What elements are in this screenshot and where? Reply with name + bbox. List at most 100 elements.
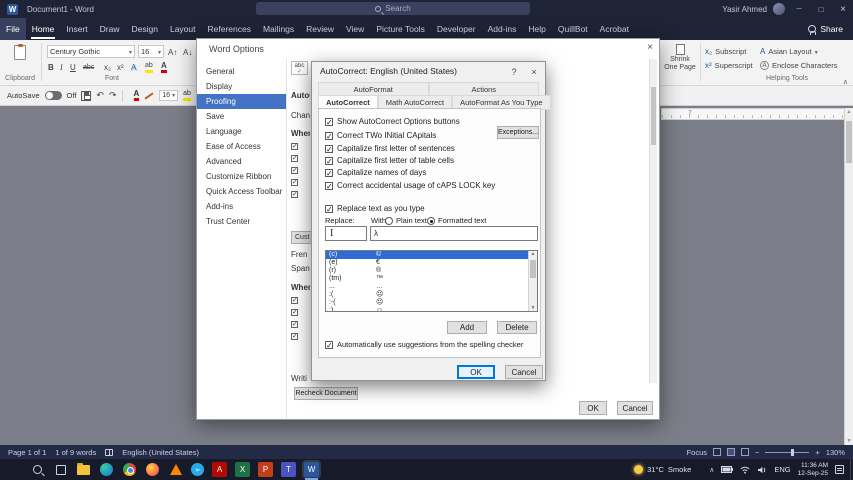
sidebar-item-add-ins[interactable]: Add-ins	[197, 199, 286, 214]
autosave-toggle[interactable]	[45, 91, 62, 100]
capitalize-names-of-days-checkbox[interactable]: Capitalize names of days	[325, 168, 426, 177]
scroll-down-icon[interactable]: ▼	[529, 305, 537, 311]
font-name-select[interactable]: Century Gothic	[47, 45, 135, 58]
italic-icon[interactable]	[60, 61, 63, 73]
input-language-indicator[interactable]: ENG	[774, 465, 790, 474]
capitalize-first-letter-table-cells-checkbox[interactable]: Capitalize first letter of table cells	[325, 156, 454, 165]
subscript-button[interactable]: Subscript	[705, 47, 746, 56]
underline-icon[interactable]	[70, 61, 76, 73]
wifi-icon[interactable]	[740, 466, 750, 474]
strikethrough-icon[interactable]	[83, 61, 94, 73]
tab-mailings[interactable]: Mailings	[257, 18, 300, 40]
option-checkbox[interactable]	[291, 333, 298, 340]
option-checkbox[interactable]	[291, 321, 298, 328]
tab-draw[interactable]: Draw	[94, 18, 126, 40]
text-highlight-icon[interactable]: ab	[145, 61, 153, 73]
option-checkbox[interactable]	[291, 179, 298, 186]
with-input[interactable]: λ	[370, 226, 538, 241]
zoom-level[interactable]: 130%	[826, 448, 845, 457]
file-explorer-icon[interactable]	[76, 462, 91, 477]
paste-button[interactable]	[8, 43, 32, 60]
scroll-down-icon[interactable]: ▼	[846, 438, 852, 444]
tab-view[interactable]: View	[340, 18, 370, 40]
list-item[interactable]: ...…	[326, 283, 537, 291]
option-checkbox[interactable]	[291, 309, 298, 316]
task-view-icon[interactable]	[53, 462, 68, 477]
qat-font-color-icon[interactable]: A	[134, 90, 140, 101]
action-center-icon[interactable]	[835, 465, 844, 474]
sidebar-item-customize-ribbon[interactable]: Customize Ribbon	[197, 169, 286, 184]
excel-icon[interactable]: X	[235, 462, 250, 477]
plain-text-radio[interactable]: Plain text	[385, 216, 427, 225]
teams-icon[interactable]: T	[281, 462, 296, 477]
print-layout-icon[interactable]	[727, 448, 735, 456]
tab-help[interactable]: Help	[522, 18, 551, 40]
correct-two-initial-capitals-checkbox[interactable]: Correct TWo INitial CApitals	[325, 131, 436, 140]
language-indicator[interactable]: English (United States)	[122, 448, 199, 457]
word-options-titlebar[interactable]: Word Options ×	[197, 39, 659, 59]
document-scrollbar[interactable]: ▲ ▼	[844, 108, 853, 445]
bold-icon[interactable]	[48, 61, 54, 73]
list-item[interactable]: (tm)™	[326, 275, 537, 283]
show-autocorrect-options-checkbox[interactable]: Show AutoCorrect Options buttons	[325, 117, 460, 126]
firefox-icon[interactable]	[145, 462, 160, 477]
word-options-ok-button[interactable]: OK	[579, 401, 607, 415]
chrome-icon[interactable]	[122, 462, 137, 477]
sidebar-item-advanced[interactable]: Advanced	[197, 154, 286, 169]
sidebar-item-quick-access-toolbar[interactable]: Quick Access Toolbar	[197, 184, 286, 199]
list-item[interactable]: (e)€	[326, 259, 537, 267]
vlc-icon[interactable]	[168, 462, 183, 477]
sidebar-item-language[interactable]: Language	[197, 124, 286, 139]
user-avatar[interactable]	[773, 3, 785, 15]
read-mode-icon[interactable]	[713, 448, 721, 456]
tab-add-ins[interactable]: Add-ins	[482, 18, 523, 40]
capitalize-first-letter-sentences-checkbox[interactable]: Capitalize first letter of sentences	[325, 144, 455, 153]
grow-font-icon[interactable]: A↑	[168, 46, 177, 58]
sidebar-item-trust-center[interactable]: Trust Center	[197, 214, 286, 229]
powerpoint-icon[interactable]: P	[258, 462, 273, 477]
list-item[interactable]: :)☺	[326, 307, 537, 312]
zoom-in-icon[interactable]	[815, 448, 819, 457]
font-size-select[interactable]: 16	[138, 45, 164, 58]
save-icon[interactable]	[81, 91, 91, 101]
replace-text-as-you-type-checkbox[interactable]: Replace text as you type	[325, 204, 425, 213]
shrink-font-icon[interactable]: A↓	[183, 46, 192, 58]
zoom-slider[interactable]	[765, 452, 809, 453]
superscript-button[interactable]: Superscript	[705, 61, 753, 70]
font-color-icon[interactable]: A	[161, 61, 167, 73]
close-button[interactable]	[835, 0, 851, 18]
taskbar-search-icon[interactable]	[30, 462, 45, 477]
autocorrect-cancel-button[interactable]: Cancel	[505, 365, 543, 379]
spelling-suggestions-checkbox[interactable]: Automatically use suggestions from the s…	[325, 340, 523, 349]
word-options-close-icon[interactable]: ×	[647, 42, 653, 53]
tab-review[interactable]: Review	[300, 18, 340, 40]
option-checkbox[interactable]	[291, 191, 298, 198]
option-checkbox[interactable]	[291, 143, 298, 150]
scroll-up-icon[interactable]: ▲	[529, 251, 537, 257]
tab-file[interactable]: File	[0, 18, 26, 40]
page-indicator[interactable]: Page 1 of 1	[8, 448, 46, 457]
qat-highlighter-icon[interactable]: ab	[183, 90, 191, 101]
enclose-characters-button[interactable]: A Enclose Characters	[760, 61, 837, 70]
web-layout-icon[interactable]	[741, 448, 749, 456]
telegram-icon[interactable]: ➢	[191, 463, 204, 476]
focus-button[interactable]: Focus	[687, 448, 707, 457]
sidebar-item-proofing[interactable]: Proofing	[197, 94, 286, 109]
delete-button[interactable]: Delete	[497, 321, 537, 334]
scroll-up-icon[interactable]: ▲	[846, 109, 852, 115]
list-scrollbar[interactable]: ▲ ▼	[528, 251, 537, 311]
redo-icon[interactable]	[109, 90, 117, 101]
shrink-one-page-button[interactable]: Shrink One Page	[662, 44, 698, 72]
word-count[interactable]: 1 of 9 words	[55, 448, 96, 457]
tab-design[interactable]: Design	[126, 18, 164, 40]
text-effects-icon[interactable]	[131, 61, 136, 73]
sidebar-item-general[interactable]: General	[197, 64, 286, 79]
option-checkbox[interactable]	[291, 155, 298, 162]
autocorrect-close-icon[interactable]: ×	[527, 65, 541, 78]
superscript-icon[interactable]	[117, 61, 124, 73]
minimize-button[interactable]	[791, 0, 807, 18]
autocorrect-ok-button[interactable]: OK	[457, 365, 495, 379]
correct-caps-lock-checkbox[interactable]: Correct accidental usage of cAPS LOCK ke…	[325, 181, 495, 190]
tab-acrobat[interactable]: Acrobat	[594, 18, 635, 40]
option-checkbox[interactable]	[291, 167, 298, 174]
